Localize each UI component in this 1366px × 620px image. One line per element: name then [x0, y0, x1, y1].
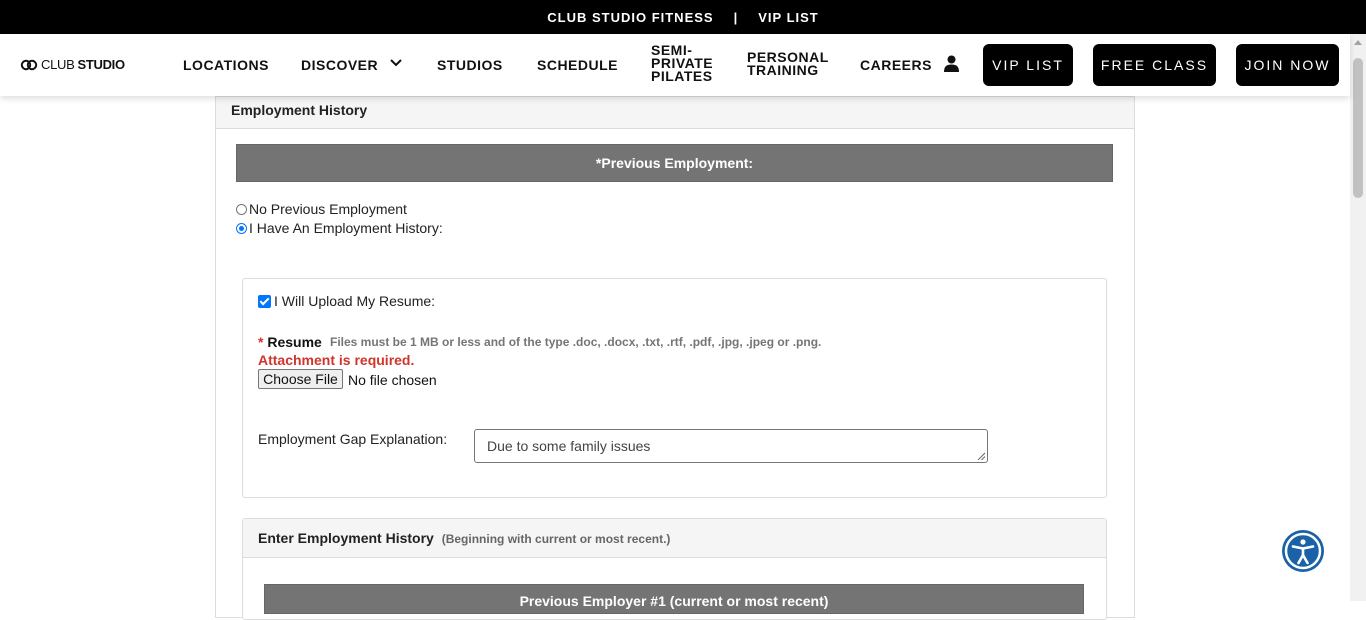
nav-studios[interactable]: STUDIOS	[437, 57, 503, 73]
history-title-text: Enter Employment History	[258, 530, 434, 546]
free-class-button[interactable]: FREE CLASS	[1093, 44, 1216, 86]
club-studio-logo-icon	[20, 59, 38, 70]
accessibility-icon	[1284, 532, 1322, 570]
nav-pt-line-2: TRAINING	[747, 62, 819, 78]
choose-file-button[interactable]: Choose File	[258, 369, 343, 389]
page-scrollbar[interactable]	[1350, 34, 1366, 601]
nav-locations[interactable]: LOCATIONS	[183, 57, 269, 73]
radio-none-label: No Previous Employment	[249, 201, 407, 217]
site-logo[interactable]: CLUB STUDIO	[20, 57, 125, 72]
resume-subpanel	[242, 278, 1107, 498]
employment-history-entry-header: Enter Employment History (Beginning with…	[243, 519, 1106, 558]
topbar-separator: |	[733, 9, 739, 25]
radio-button-none[interactable]	[236, 203, 247, 215]
employment-gap-textarea[interactable]: Due to some family issues	[474, 429, 988, 463]
resume-file-hint: Files must be 1 MB or less and of the ty…	[330, 335, 822, 349]
employment-gap-label: Employment Gap Explanation:	[258, 431, 448, 447]
radio-button-history[interactable]	[236, 222, 247, 234]
radio-history-label: I Have An Employment History:	[249, 220, 443, 236]
attachment-error: Attachment is required.	[258, 352, 415, 368]
radio-no-previous-employment[interactable]: No Previous Employment	[236, 201, 407, 217]
previous-employment-header: *Previous Employment:	[236, 144, 1113, 182]
employment-gap-value: Due to some family issues	[487, 438, 651, 454]
required-asterisk: *	[258, 334, 264, 350]
nav-schedule[interactable]: SCHEDULE	[537, 57, 618, 73]
nav-careers[interactable]: CAREERS	[860, 57, 932, 73]
file-status-text: No file chosen	[348, 372, 437, 388]
upload-resume-label: I Will Upload My Resume:	[274, 293, 436, 309]
vip-list-link[interactable]: VIP LIST	[758, 10, 819, 25]
join-now-button[interactable]: JOIN NOW	[1236, 44, 1339, 86]
accessibility-button[interactable]	[1282, 530, 1324, 572]
nav-semi-private-pilates[interactable]: SEMI- PRIVATE PILATES	[651, 43, 713, 84]
section-title: Employment History	[231, 102, 368, 118]
upload-resume-checkbox[interactable]	[258, 294, 271, 308]
upload-resume-checkbox-row[interactable]: I Will Upload My Resume:	[258, 293, 435, 309]
employment-history-entry-title: Enter Employment History (Beginning with…	[258, 530, 670, 546]
vip-list-button[interactable]: VIP LIST	[983, 44, 1073, 86]
radio-employment-history[interactable]: I Have An Employment History:	[236, 220, 443, 236]
resume-label-text: Resume	[267, 334, 322, 350]
panel-header: Employment History	[216, 97, 1134, 129]
logo-text-studio: STUDIO	[77, 57, 125, 72]
history-subtitle-text: (Beginning with current or most recent.)	[441, 532, 671, 546]
nav-personal-training[interactable]: PERSONAL TRAINING	[747, 50, 829, 78]
top-announcement-bar: CLUB STUDIO FITNESS | VIP LIST	[0, 0, 1366, 34]
previous-employer-1-header: Previous Employer #1 (current or most re…	[264, 584, 1084, 614]
scroll-up-arrow-icon[interactable]	[1354, 40, 1362, 45]
chevron-down-icon[interactable]	[389, 58, 403, 68]
nav-semi-line-3: PILATES	[651, 68, 713, 84]
nav-discover[interactable]: DISCOVER	[301, 57, 378, 73]
resume-field-label: * Resume	[258, 334, 322, 350]
scrollbar-thumb[interactable]	[1353, 58, 1363, 198]
resize-handle-icon[interactable]	[977, 452, 985, 460]
brand-link[interactable]: CLUB STUDIO FITNESS	[547, 10, 713, 25]
logo-text-club: CLUB	[41, 57, 75, 72]
user-icon[interactable]	[943, 55, 960, 72]
